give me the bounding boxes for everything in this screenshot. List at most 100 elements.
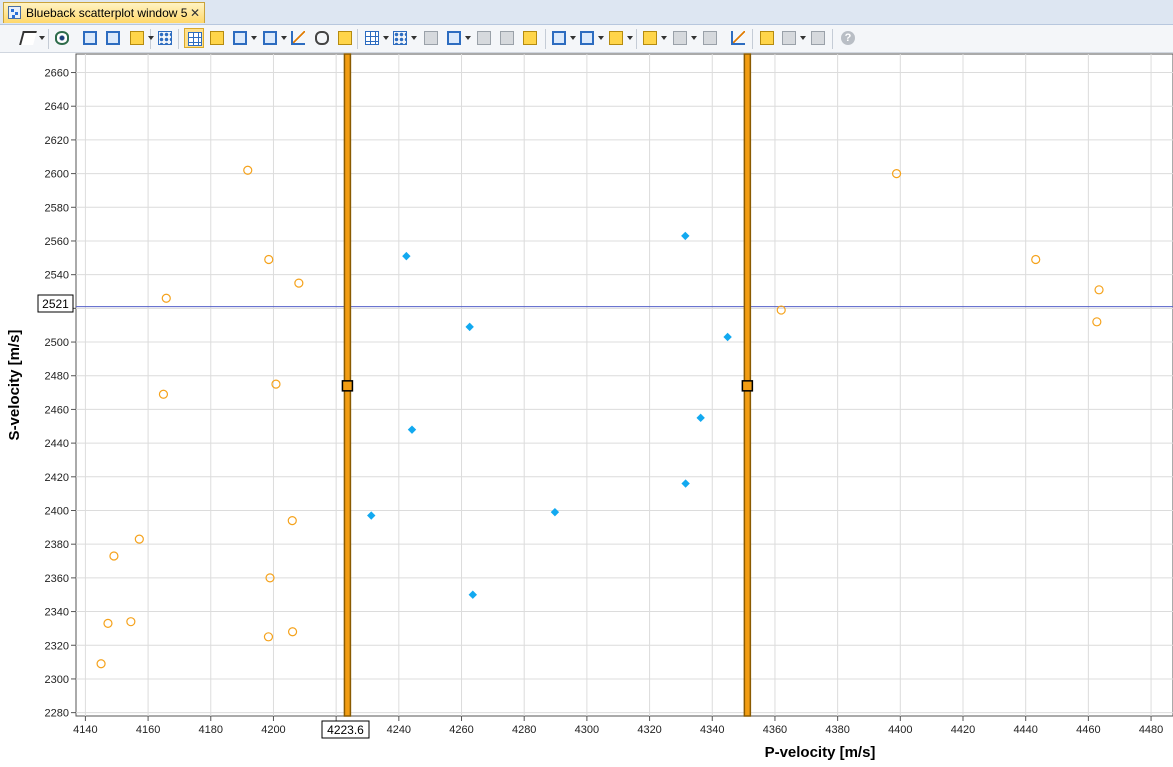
x-tick-label: 4380 — [825, 724, 849, 736]
window-color-button[interactable] — [606, 28, 633, 48]
zoom-in-button[interactable] — [80, 28, 100, 48]
help-icon: ? — [841, 31, 855, 45]
x-tick-label: 4180 — [199, 724, 223, 736]
chevron-down-icon[interactable] — [598, 36, 604, 40]
frame-button[interactable] — [230, 28, 257, 48]
tab-scatterplot-window[interactable]: Blueback scatterplot window 5 ✕ — [3, 2, 205, 23]
pen-edit-button[interactable] — [520, 28, 540, 48]
x-tick-label: 4440 — [1013, 724, 1037, 736]
toolbar: ? — [0, 25, 1173, 53]
chevron-down-icon[interactable] — [691, 36, 697, 40]
y-readout-text: 2521 — [42, 297, 69, 311]
node-network-button[interactable] — [155, 28, 175, 48]
x-tick-label: 4420 — [951, 724, 975, 736]
y-tick-label: 2360 — [45, 573, 69, 585]
rectangle-button[interactable] — [260, 28, 287, 48]
tab-strip: Blueback scatterplot window 5 ✕ — [0, 0, 1173, 25]
lasso-button[interactable] — [444, 28, 471, 48]
window-add-button[interactable] — [549, 28, 576, 48]
y-tick-label: 2340 — [45, 607, 69, 619]
curve-button[interactable] — [670, 28, 697, 48]
y-tick-label: 2560 — [45, 236, 69, 248]
filter-list-icon — [703, 31, 717, 45]
gray-filter-button[interactable] — [474, 28, 494, 48]
rectangle-icon — [263, 31, 277, 45]
filter-list-button[interactable] — [700, 28, 720, 48]
gray-bar-icon — [424, 31, 438, 45]
scatterplot-chart[interactable]: 4140416041804200422042404260428043004320… — [0, 53, 1173, 767]
y-tick-label: 2580 — [45, 202, 69, 214]
sparkle-grid-button[interactable] — [640, 28, 667, 48]
chevron-down-icon[interactable] — [148, 36, 154, 40]
crosshair-grid-button[interactable] — [184, 28, 204, 48]
tab-title: Blueback scatterplot window 5 — [26, 6, 188, 20]
grid-select-button[interactable] — [362, 28, 389, 48]
view-eye-button[interactable] — [52, 28, 72, 48]
cutoff-drag-handle[interactable] — [341, 380, 354, 392]
new-window-button[interactable] — [757, 28, 777, 48]
color-fill-icon — [130, 31, 144, 45]
scatterplot-area[interactable]: 4140416041804200422042404260428043004320… — [0, 53, 1173, 767]
x-tick-label: 4360 — [763, 724, 787, 736]
select-pointer-icon — [19, 31, 37, 45]
y-tick-label: 2440 — [45, 438, 69, 450]
chevron-down-icon[interactable] — [39, 36, 45, 40]
x-tick-label: 4240 — [387, 724, 411, 736]
y-tick-label: 2280 — [45, 708, 69, 720]
y-tick-label: 2660 — [45, 68, 69, 80]
y-tick-label: 2480 — [45, 371, 69, 383]
y-tick-label: 2400 — [45, 505, 69, 517]
zoom-out-button[interactable] — [103, 28, 123, 48]
chevron-down-icon[interactable] — [800, 36, 806, 40]
y-tick-label: 2300 — [45, 674, 69, 686]
lasso-icon — [447, 31, 461, 45]
dots-select-button[interactable] — [390, 28, 417, 48]
table-icon — [210, 31, 224, 45]
window-add-icon — [552, 31, 566, 45]
y-tick-label: 2320 — [45, 640, 69, 652]
regression-line-button[interactable] — [728, 28, 748, 48]
chevron-down-icon[interactable] — [627, 36, 633, 40]
select-pointer-button[interactable] — [18, 28, 45, 48]
chevron-down-icon[interactable] — [251, 36, 257, 40]
regression-line-icon — [731, 31, 745, 45]
toolbar-separator — [545, 29, 546, 49]
table-button[interactable] — [207, 28, 227, 48]
x-axis-label: P-velocity [m/s] — [765, 744, 876, 761]
gray-bar-icon-2 — [500, 31, 514, 45]
chevron-down-icon[interactable] — [383, 36, 389, 40]
chevron-down-icon[interactable] — [281, 36, 287, 40]
gray-bar-button[interactable] — [497, 28, 517, 48]
pen-edit-button[interactable] — [335, 28, 355, 48]
x-tick-label: 4280 — [512, 724, 536, 736]
link-button[interactable] — [312, 28, 332, 48]
toolbar-separator — [178, 29, 179, 49]
x-tick-label: 4460 — [1076, 724, 1100, 736]
reset-axes-button[interactable] — [288, 28, 308, 48]
x-tick-label: 4480 — [1139, 724, 1163, 736]
x-tick-label: 4300 — [575, 724, 599, 736]
chevron-down-icon[interactable] — [465, 36, 471, 40]
window-split-icon — [580, 31, 594, 45]
y-tick-label: 2620 — [45, 135, 69, 147]
close-icon[interactable]: ✕ — [190, 4, 200, 22]
stack-icon — [782, 31, 796, 45]
export-button[interactable] — [808, 28, 828, 48]
link-icon — [315, 31, 329, 45]
window-split-button[interactable] — [577, 28, 604, 48]
color-fill-button[interactable] — [127, 28, 154, 48]
y-value-readout: 2521 — [37, 294, 74, 313]
chevron-down-icon[interactable] — [411, 36, 417, 40]
curve-icon — [673, 31, 687, 45]
chevron-down-icon[interactable] — [661, 36, 667, 40]
node-network-icon — [158, 31, 172, 45]
y-tick-label: 2460 — [45, 404, 69, 416]
gray-bar-button[interactable] — [421, 28, 441, 48]
x-value-readout: 4223.6 — [321, 720, 370, 739]
stack-button[interactable] — [779, 28, 806, 48]
cutoff-drag-handle[interactable] — [741, 380, 754, 392]
plot-frame — [75, 53, 1173, 717]
chevron-down-icon[interactable] — [570, 36, 576, 40]
help-button[interactable]: ? — [838, 28, 858, 48]
y-axis-label: S-velocity [m/s] — [6, 330, 23, 441]
